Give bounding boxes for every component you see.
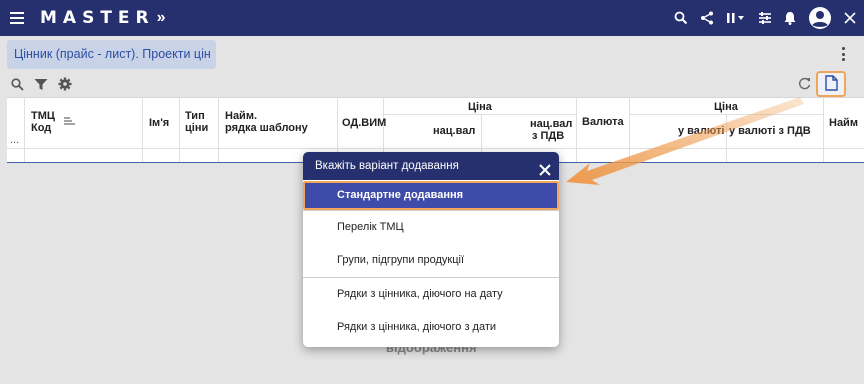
new-document-button[interactable] <box>816 71 846 97</box>
filter-icon[interactable] <box>34 78 48 94</box>
col-imia[interactable]: Ім'я <box>149 117 169 130</box>
pause-icon[interactable] <box>726 11 746 25</box>
menu-item-rows-on-date[interactable]: Рядки з цінника, діючого на дату <box>303 278 559 311</box>
col-kod[interactable]: Код <box>31 122 51 135</box>
account-icon[interactable] <box>808 6 832 30</box>
search-icon[interactable] <box>674 11 688 25</box>
col-nats-val-pdv[interactable]: нац.вал <box>530 118 572 131</box>
menu-icon[interactable] <box>10 12 24 24</box>
file-icon <box>824 74 838 94</box>
top-app-bar: MASTER » <box>0 0 864 36</box>
app-logo: MASTER <box>40 8 155 28</box>
menu-item-product-groups[interactable]: Групи, підгрупи продукції <box>303 244 559 277</box>
col-valiuta[interactable]: Валюта <box>582 116 624 129</box>
filter-list-icon[interactable] <box>758 11 772 25</box>
col-nats-val[interactable]: нац.вал <box>433 125 475 138</box>
menu-item-standard-add[interactable]: Стандартне додавання <box>303 181 559 210</box>
refresh-icon[interactable] <box>798 77 811 93</box>
col-tsiny: ціни <box>185 122 209 134</box>
col-nats-val-pdv-sub: з ПДВ <box>532 130 565 142</box>
col-odvym[interactable]: ОД.ВИМ <box>342 117 386 130</box>
col-tmc[interactable]: ТМЦ <box>31 110 55 123</box>
col-typ[interactable]: Тип <box>185 110 205 123</box>
sort-icon[interactable] <box>64 116 75 129</box>
col-u-valiuti-pdv[interactable]: у валюті з ПДВ <box>729 125 811 138</box>
gear-icon[interactable] <box>58 77 72 94</box>
col-naim-2[interactable]: Найм <box>829 117 858 130</box>
menu-header: Вкажіть варіант додавання <box>303 152 559 180</box>
menu-item-tmc-list[interactable]: Перелік ТМЦ <box>303 211 559 244</box>
close-icon[interactable] <box>844 12 856 24</box>
more-vert-icon[interactable] <box>842 47 846 61</box>
tab-price-list-projects[interactable]: Цінник (прайс - лист). Проекти цін <box>7 40 216 69</box>
share-icon[interactable] <box>700 11 714 25</box>
bell-icon[interactable] <box>784 11 796 25</box>
menu-title: Вкажіть варіант додавання <box>315 160 459 172</box>
col-u-valiuti[interactable]: у валюті <box>678 125 724 138</box>
col-group-tsina-2: Ціна <box>714 101 738 113</box>
col-group-tsina: Ціна <box>468 101 492 113</box>
add-variant-menu: Вкажіть варіант додавання Стандартне дод… <box>303 152 559 347</box>
search-icon[interactable] <box>11 77 24 94</box>
more-columns-indicator[interactable]: ... <box>10 134 19 147</box>
col-naim[interactable]: Найм. <box>225 110 257 123</box>
col-riadka: рядка шаблону <box>225 122 308 134</box>
expand-chevron-icon[interactable]: » <box>157 9 166 27</box>
table-toolbar <box>0 72 864 98</box>
menu-item-rows-from-date[interactable]: Рядки з цінника, діючого з дати <box>303 311 559 344</box>
